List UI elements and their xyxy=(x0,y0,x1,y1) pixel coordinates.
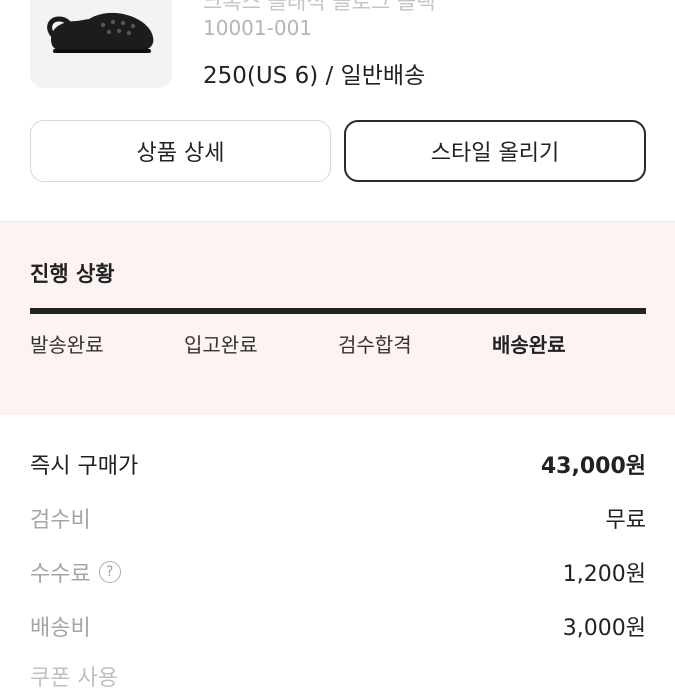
instant-price-label: 즉시 구매가 xyxy=(30,454,139,479)
instant-price-value: 43,000원 xyxy=(540,454,646,479)
inspection-fee-label: 검수비 xyxy=(30,508,91,533)
product-detail-button[interactable]: 상품 상세 xyxy=(30,120,331,182)
shipping-fee-value: 3,000원 xyxy=(562,616,646,641)
product-size-shipping: 250(US 6) / 일반배송 xyxy=(203,63,426,89)
step-delivered: 배송완료 xyxy=(492,333,566,357)
step-inspection-passed: 검수합격 xyxy=(338,333,412,357)
coupon-label: 쿠폰 사용 xyxy=(30,666,118,691)
question-circle-icon[interactable]: ? xyxy=(98,561,121,583)
step-shipped: 발송완료 xyxy=(30,333,104,357)
progress-bar xyxy=(30,308,646,314)
product-name: 크록스 클래식 클로그 블랙 xyxy=(203,0,436,14)
shipping-fee-label: 배송비 xyxy=(30,616,91,641)
section-divider xyxy=(0,413,675,414)
inspection-fee-value: 무료 xyxy=(605,508,646,533)
commission-value: 1,200원 xyxy=(562,562,646,587)
progress-title: 진행 상황 xyxy=(30,262,115,286)
progress-section: 진행 상황 발송완료 입고완료 검수합격 배송완료 xyxy=(0,222,675,413)
product-image[interactable] xyxy=(30,0,172,88)
upload-style-button[interactable]: 스타일 올리기 xyxy=(344,120,646,182)
commission-row: 수수료 ? 1,200원 xyxy=(30,557,646,587)
instant-price-row: 즉시 구매가 43,000원 xyxy=(30,449,646,479)
commission-label: 수수료 xyxy=(30,562,91,587)
inspection-fee-row: 검수비 무료 xyxy=(30,503,646,533)
progress-bar-fill xyxy=(30,308,646,314)
product-code: 10001-001 xyxy=(203,16,313,40)
clog-shoe-icon xyxy=(47,12,154,53)
shipping-fee-row: 배송비 3,000원 xyxy=(30,611,646,641)
step-received: 입고완료 xyxy=(184,333,258,357)
